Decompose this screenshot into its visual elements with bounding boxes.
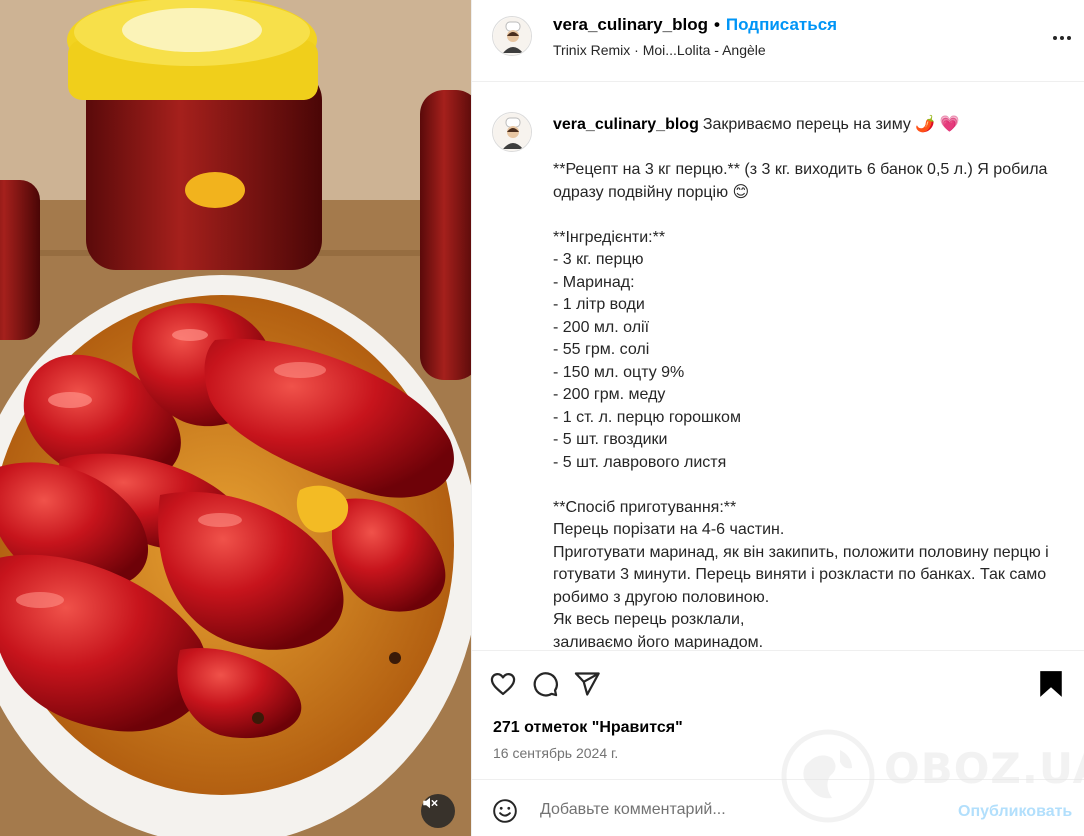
comment-bar: Опубликовать (472, 779, 1084, 836)
post-media[interactable] (0, 0, 471, 836)
comment-input[interactable] (540, 796, 940, 824)
comment-bubble-icon (533, 672, 558, 697)
speaker-muted-icon (423, 797, 438, 809)
caption-line: - 200 мл. олії (553, 318, 650, 336)
follow-button[interactable]: Подписаться (726, 15, 837, 34)
caption-line: Приготувати маринад, як він закипить, по… (553, 543, 1049, 606)
more-horizontal-icon (1053, 36, 1071, 40)
caption-blank-line (553, 474, 1053, 497)
instagram-post-view: vera_culinary_blog • Подписаться Trinix Re… (0, 0, 1084, 836)
heart-icon (490, 672, 516, 696)
caption-line: Перець порізати на 4-6 частин. (553, 521, 785, 538)
bookmark-filled-icon (1040, 671, 1062, 697)
caption-title: Закриваємо перець на зиму 🌶️ 💗 (702, 116, 960, 133)
publish-button[interactable]: Опубликовать (958, 803, 1072, 821)
smiley-icon (493, 799, 517, 823)
share-button[interactable] (570, 667, 604, 701)
caption-line: - 5 шт. лаврового листя (553, 453, 727, 471)
caption-line: - 150 мл. оцту 9% (553, 363, 685, 381)
caption-line: - 55 грм. солі (553, 341, 650, 358)
caption-line: заливаємо його маринадом. (553, 633, 764, 650)
caption-text: vera_culinary_blog Закриваємо перець на з… (553, 114, 1053, 649)
author-avatar[interactable] (492, 16, 532, 56)
caption-line: - 5 шт. гвоздики (553, 431, 668, 448)
author-username[interactable]: vera_culinary_blog (553, 15, 708, 34)
more-options-button[interactable] (1048, 24, 1076, 52)
caption-line: - 3 кг. перцю (553, 251, 644, 268)
caption-first-line: vera_culinary_blog Закриваємо перець на з… (553, 114, 1053, 137)
caption-line: - 1 літр води (553, 296, 645, 313)
caption-author-avatar[interactable] (492, 112, 532, 152)
post-header: vera_culinary_blog • Подписаться Trinix Re… (472, 0, 1084, 82)
caption-line: - 1 ст. л. перцю горошком (553, 408, 741, 426)
emoji-picker-button[interactable] (490, 796, 520, 826)
like-button[interactable] (486, 667, 520, 701)
caption-line: **Спосіб приготування:** (553, 498, 737, 516)
mute-toggle-button[interactable] (421, 794, 455, 828)
caption-scroll-area[interactable]: vera_culinary_blog Закриваємо перець на з… (472, 83, 1084, 649)
caption-line: Як весь перець розклали, (553, 611, 745, 628)
caption-line: **Рецепт на 3 кг перцю.** (з 3 кг. виход… (553, 161, 1048, 201)
caption-username[interactable]: vera_culinary_blog (553, 116, 699, 133)
save-button[interactable] (1034, 667, 1068, 701)
post-date[interactable]: 16 сентябрь 2024 г. (493, 745, 618, 761)
post-actions: 271 отметок "Нравится" 16 сентябрь 2024 … (472, 650, 1084, 778)
header-title-line: vera_culinary_blog • Подписаться (553, 15, 837, 35)
comment-button[interactable] (528, 667, 562, 701)
caption-blank-line (553, 204, 1053, 227)
separator-dot: • (713, 15, 720, 34)
likes-count[interactable]: 271 отметок "Нравится" (493, 719, 683, 737)
audio-track-label[interactable]: Trinix Remix · Moi...Lolita - Angèle (553, 42, 766, 58)
paper-plane-icon (574, 672, 600, 696)
post-side-panel: vera_culinary_blog • Подписаться Trinix Re… (471, 0, 1084, 836)
caption-line: - 200 грм. меду (553, 386, 666, 403)
media-illustration (0, 0, 471, 836)
caption-line: - Маринад: (553, 273, 635, 291)
caption-body: **Рецепт на 3 кг перцю.** (з 3 кг. виход… (553, 159, 1053, 649)
caption-line: **Інгредієнти:** (553, 228, 666, 246)
